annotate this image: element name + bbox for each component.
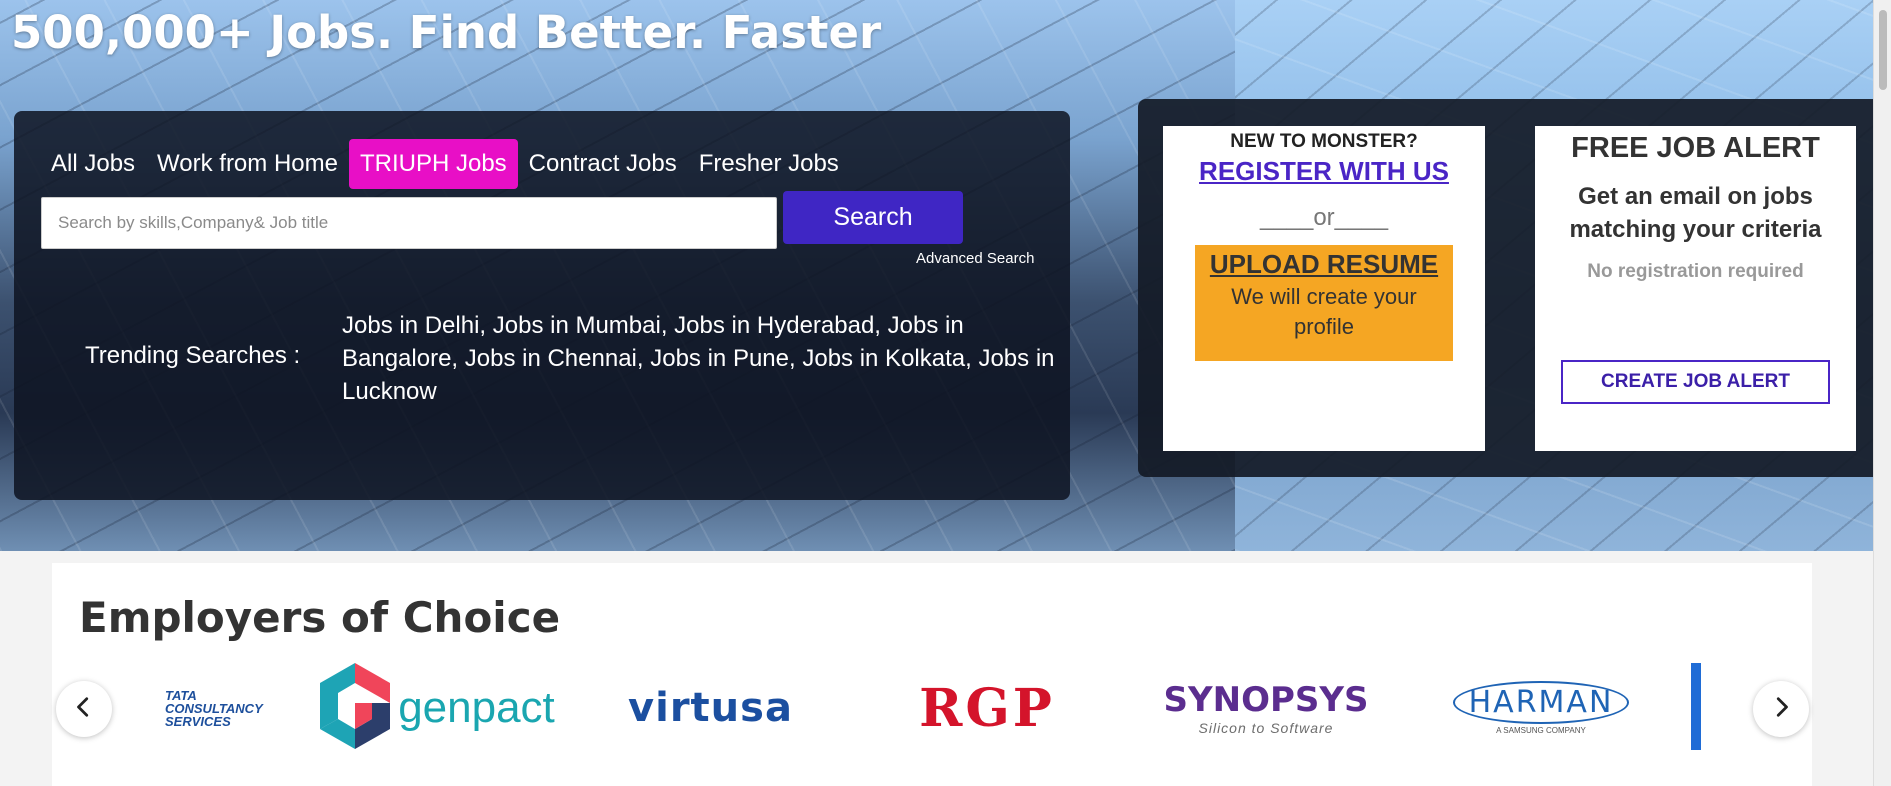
job-type-tabs: All Jobs Work from Home TRIUPH Jobs Cont… [40,139,850,189]
search-button[interactable]: Search [783,191,963,244]
trending-link-kolkata[interactable]: Jobs in Kolkata [802,345,965,372]
logo-tcs-line-3: SERVICES [165,713,231,729]
or-divider: ____or____ [1259,204,1389,231]
scrollbar-thumb[interactable] [1879,10,1887,90]
logo-synopsys[interactable]: SYNOPSYS Silicon to Software [1156,663,1376,753]
carousel-prev-button[interactable] [56,681,112,737]
trending-link-delhi[interactable]: Jobs in Delhi [342,312,479,339]
register-card: NEW TO MONSTER? REGISTER WITH US ____or_… [1163,126,1485,451]
logo-virtusa-text: virtusa [628,685,793,731]
logo-harman[interactable]: HARMAN A SAMSUNG COMPANY [1441,663,1641,753]
chevron-right-icon [1770,696,1792,722]
job-alert-card: FREE JOB ALERT Get an email on jobs matc… [1535,126,1856,451]
tab-fresher-jobs[interactable]: Fresher Jobs [688,139,850,189]
job-search-input[interactable] [41,197,777,249]
logo-rgp-text: RGP [919,677,1055,739]
tab-work-from-home[interactable]: Work from Home [146,139,349,189]
create-job-alert-button[interactable]: CREATE JOB ALERT [1561,360,1830,404]
chevron-left-icon [73,696,95,722]
logo-harman-tagline: A SAMSUNG COMPANY [1496,726,1586,735]
logo-tcs-line-2: CONSULTANCY [165,700,263,716]
upload-resume-button[interactable]: UPLOAD RESUME We will create your profil… [1195,245,1453,361]
logo-rgp[interactable]: RGP [872,663,1102,753]
side-panel: NEW TO MONSTER? REGISTER WITH US ____or_… [1138,99,1882,477]
trending-searches-label: Trending Searches : [85,342,301,369]
employers-title: Employers of Choice [79,593,561,642]
carousel-next-button[interactable] [1753,681,1809,737]
trending-searches-list: Jobs in Delhi, Jobs in Mumbai, Jobs in H… [342,312,1055,405]
logo-partial-next[interactable] [1691,663,1701,750]
register-link[interactable]: REGISTER WITH US [1163,156,1485,187]
employers-section: Employers of Choice TATA CONSULTANCY SER… [52,563,1812,786]
tab-triuph-jobs[interactable]: TRIUPH Jobs [348,139,518,189]
job-alert-note: No registration required [1587,261,1804,282]
tab-contract-jobs[interactable]: Contract Jobs [518,139,688,189]
logo-harman-text: HARMAN [1452,681,1630,724]
trending-link-mumbai[interactable]: Jobs in Mumbai [493,312,661,339]
logo-genpact[interactable]: genpact [310,663,565,753]
hero-banner: 500,000+ Jobs. Find Better. Faster All J… [0,0,1891,551]
advanced-search-link[interactable]: Advanced Search [916,250,1034,267]
logo-tcs-line-1: TATA [165,687,197,703]
page-scrollbar[interactable] [1873,0,1891,786]
logo-synopsys-text: SYNOPSYS [1163,680,1369,720]
new-to-monster-label: NEW TO MONSTER? [1230,131,1418,152]
job-alert-subtitle: Get an email on jobs matching your crite… [1569,183,1822,243]
upload-resume-subtitle: We will create your profile [1231,284,1417,339]
genpact-mark-icon [320,663,391,753]
search-panel: All Jobs Work from Home TRIUPH Jobs Cont… [14,111,1070,500]
trending-link-chennai[interactable]: Jobs in Chennai [465,345,637,372]
logo-genpact-text: genpact [398,683,555,732]
trending-link-pune[interactable]: Jobs in Pune [650,345,789,372]
logo-tcs[interactable]: TATA CONSULTANCY SERVICES [165,663,295,753]
hero-headline: 500,000+ Jobs. Find Better. Faster [11,6,882,59]
job-alert-title: FREE JOB ALERT [1571,132,1820,164]
tab-all-jobs[interactable]: All Jobs [40,139,146,189]
upload-resume-title: UPLOAD RESUME [1209,249,1439,279]
trending-link-hyderabad[interactable]: Jobs in Hyderabad [674,312,874,339]
logo-virtusa[interactable]: virtusa [588,663,833,753]
logo-synopsys-tagline: Silicon to Software [1198,720,1334,736]
